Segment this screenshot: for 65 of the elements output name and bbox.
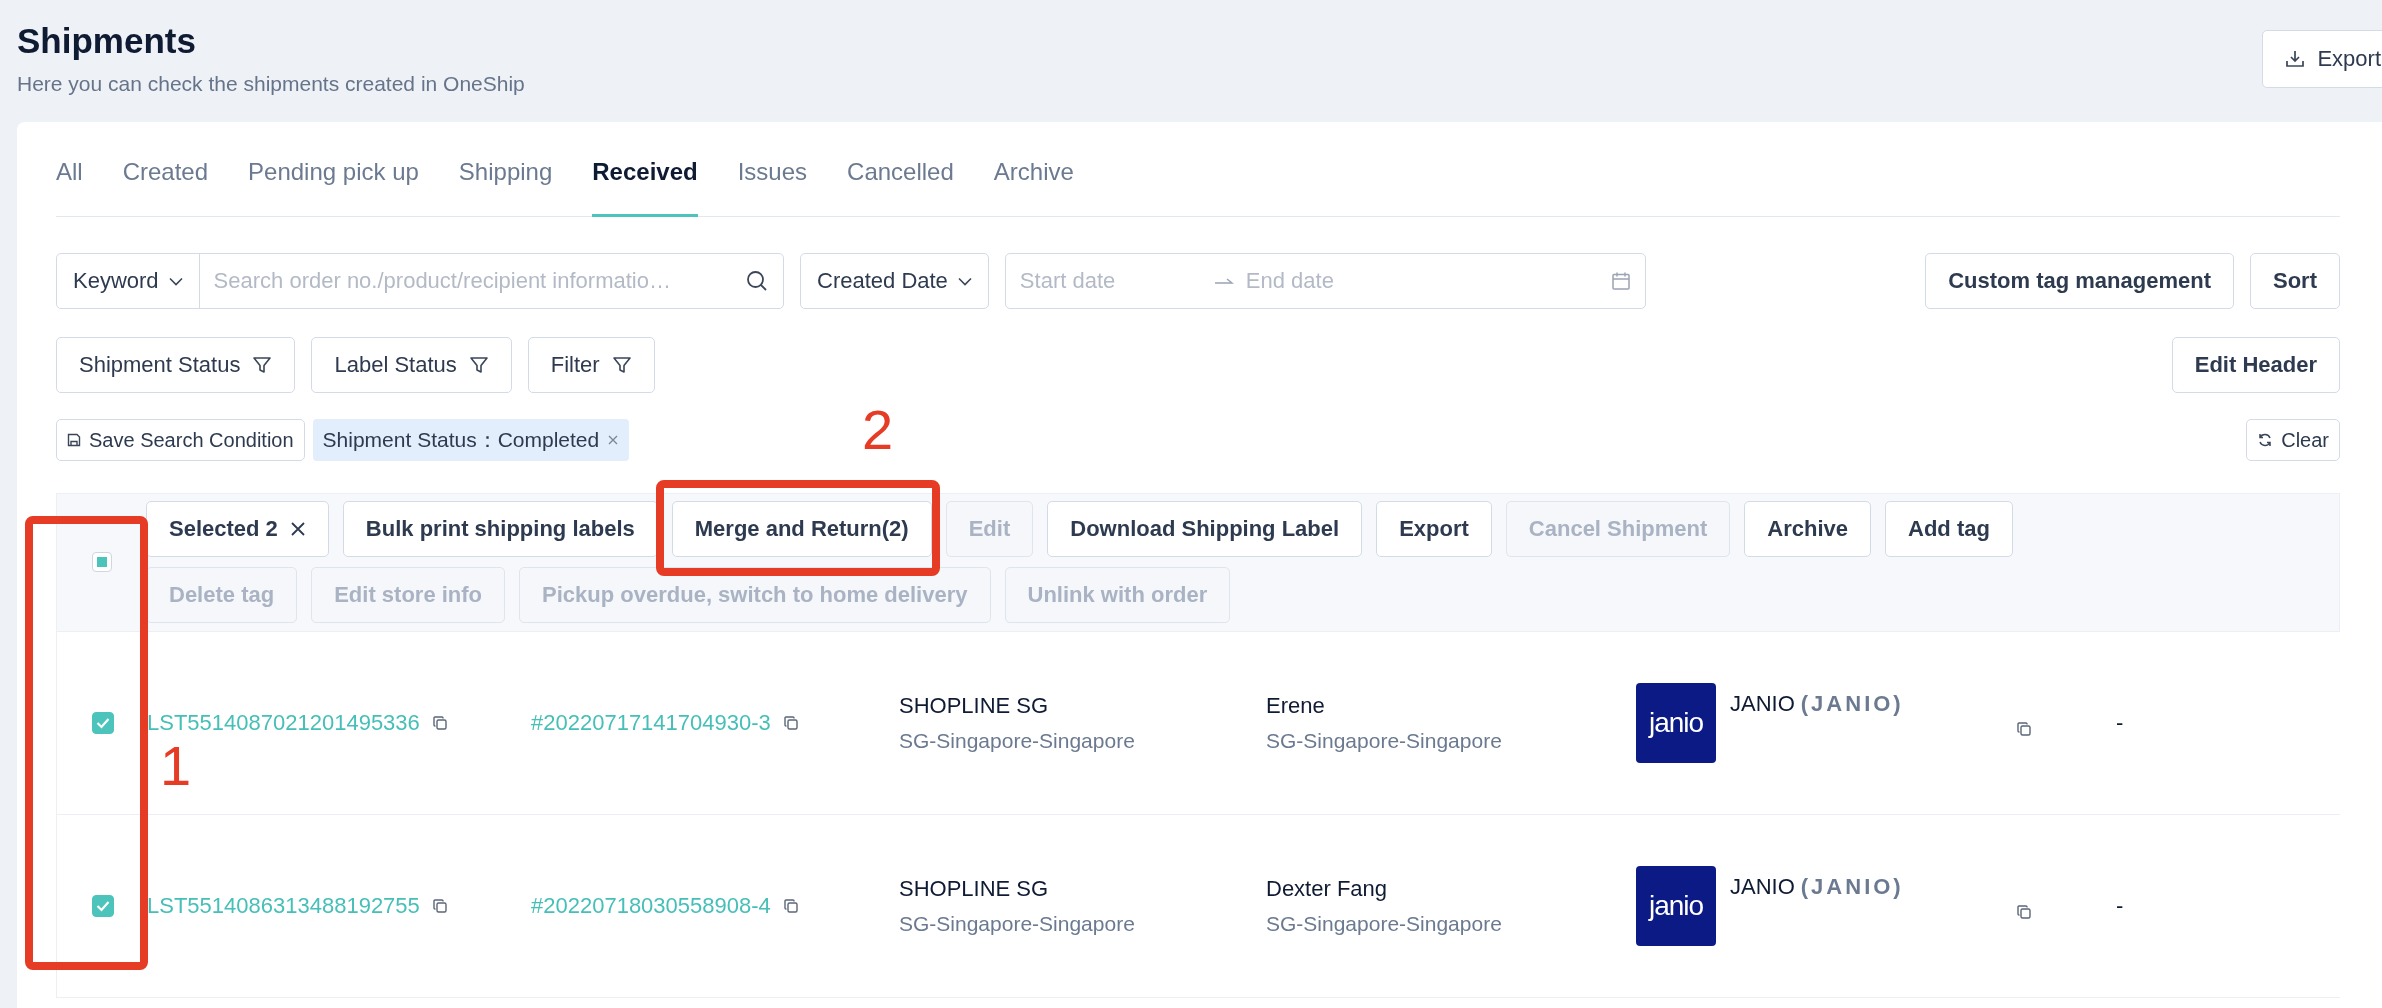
store-name: SHOPLINE SG — [899, 693, 1050, 719]
close-icon — [289, 521, 306, 537]
store-location: SG-Singapore-Singapore — [899, 729, 1136, 753]
bulk-action-button[interactable]: Merge and Return(2) — [671, 501, 932, 557]
filter-icon — [611, 355, 632, 375]
toolbar-button[interactable]: Custom tag management — [1925, 253, 2234, 309]
select-all-checkbox[interactable] — [91, 552, 112, 572]
annotation-number: 1 — [160, 738, 192, 794]
filter-button[interactable]: Label Status — [311, 337, 512, 393]
selected-count-button[interactable]: Selected 2 — [146, 501, 329, 557]
bulk-action-button[interactable]: Bulk print shipping labels — [342, 501, 658, 557]
copy-icon[interactable] — [431, 715, 448, 731]
page-title: Shipments — [17, 20, 197, 62]
carrier-name: JANIO (JANIO) — [1730, 874, 1904, 900]
bulk-action-button[interactable]: Export — [1376, 501, 1492, 557]
store-location: SG-Singapore-Singapore — [899, 912, 1136, 936]
carrier-logo: janio — [1636, 683, 1716, 763]
save-icon — [67, 433, 81, 447]
recipient-name: Dexter Fang — [1266, 876, 1389, 902]
recipient-name: Erene — [1266, 693, 1326, 719]
edit-header-button[interactable]: Edit Header — [2171, 337, 2340, 393]
store-name: SHOPLINE SG — [899, 876, 1050, 902]
tab[interactable]: Issues — [737, 158, 808, 217]
tab[interactable]: Pending pick up — [248, 158, 419, 217]
bulk-action-button[interactable]: Add tag — [1885, 501, 2013, 557]
calendar-icon — [1610, 271, 1631, 291]
page-subtitle: Here you can check the shipments created in OneShip — [17, 72, 525, 96]
row-checkbox[interactable] — [92, 712, 114, 734]
toolbar-button[interactable]: Sort — [2250, 253, 2340, 309]
filter-icon — [252, 355, 273, 375]
filter-icon — [468, 355, 489, 375]
filter-button[interactable]: Shipment Status — [56, 337, 296, 393]
refresh-icon — [2257, 432, 2274, 448]
copy-icon[interactable] — [782, 898, 799, 914]
tab[interactable]: Cancelled — [847, 158, 954, 217]
tab[interactable]: Archive — [993, 158, 1074, 217]
tab[interactable]: Received — [592, 158, 698, 217]
tab[interactable]: Created — [122, 158, 209, 217]
recipient-location: SG-Singapore-Singapore — [1266, 729, 1503, 753]
tab[interactable]: All — [56, 158, 83, 217]
filter-chip: Shipment Status：Completed — [312, 419, 630, 461]
filter-button[interactable]: Filter — [527, 337, 655, 393]
copy-icon[interactable] — [782, 715, 799, 731]
export-button[interactable]: Export — [2262, 30, 2382, 88]
copy-icon[interactable] — [2016, 721, 2032, 737]
date-type-select[interactable]: Created Date — [800, 253, 989, 309]
annotation-number: 2 — [862, 402, 894, 458]
bulk-action-button[interactable]: Download Shipping Label — [1047, 501, 1363, 557]
save-search-button[interactable]: Save Search Condition — [56, 419, 305, 461]
carrier-logo: janio — [1636, 866, 1716, 946]
chevron-down-icon — [957, 276, 972, 286]
bulk-action-button[interactable]: Archive — [1744, 501, 1872, 557]
copy-icon[interactable] — [431, 898, 448, 914]
row-checkbox[interactable] — [92, 895, 114, 917]
download-icon — [2285, 49, 2306, 69]
carrier-name: JANIO (JANIO) — [1730, 691, 1904, 717]
table-cell-text: - — [2115, 893, 2125, 919]
checkmark-icon — [96, 900, 110, 912]
clear-button[interactable]: Clear — [2246, 419, 2340, 461]
table-cell-text: - — [2115, 710, 2125, 736]
checkmark-icon — [96, 717, 110, 729]
recipient-location: SG-Singapore-Singapore — [1266, 912, 1503, 936]
copy-icon[interactable] — [2016, 904, 2032, 920]
close-icon[interactable] — [607, 434, 620, 446]
tab[interactable]: Shipping — [458, 158, 553, 217]
